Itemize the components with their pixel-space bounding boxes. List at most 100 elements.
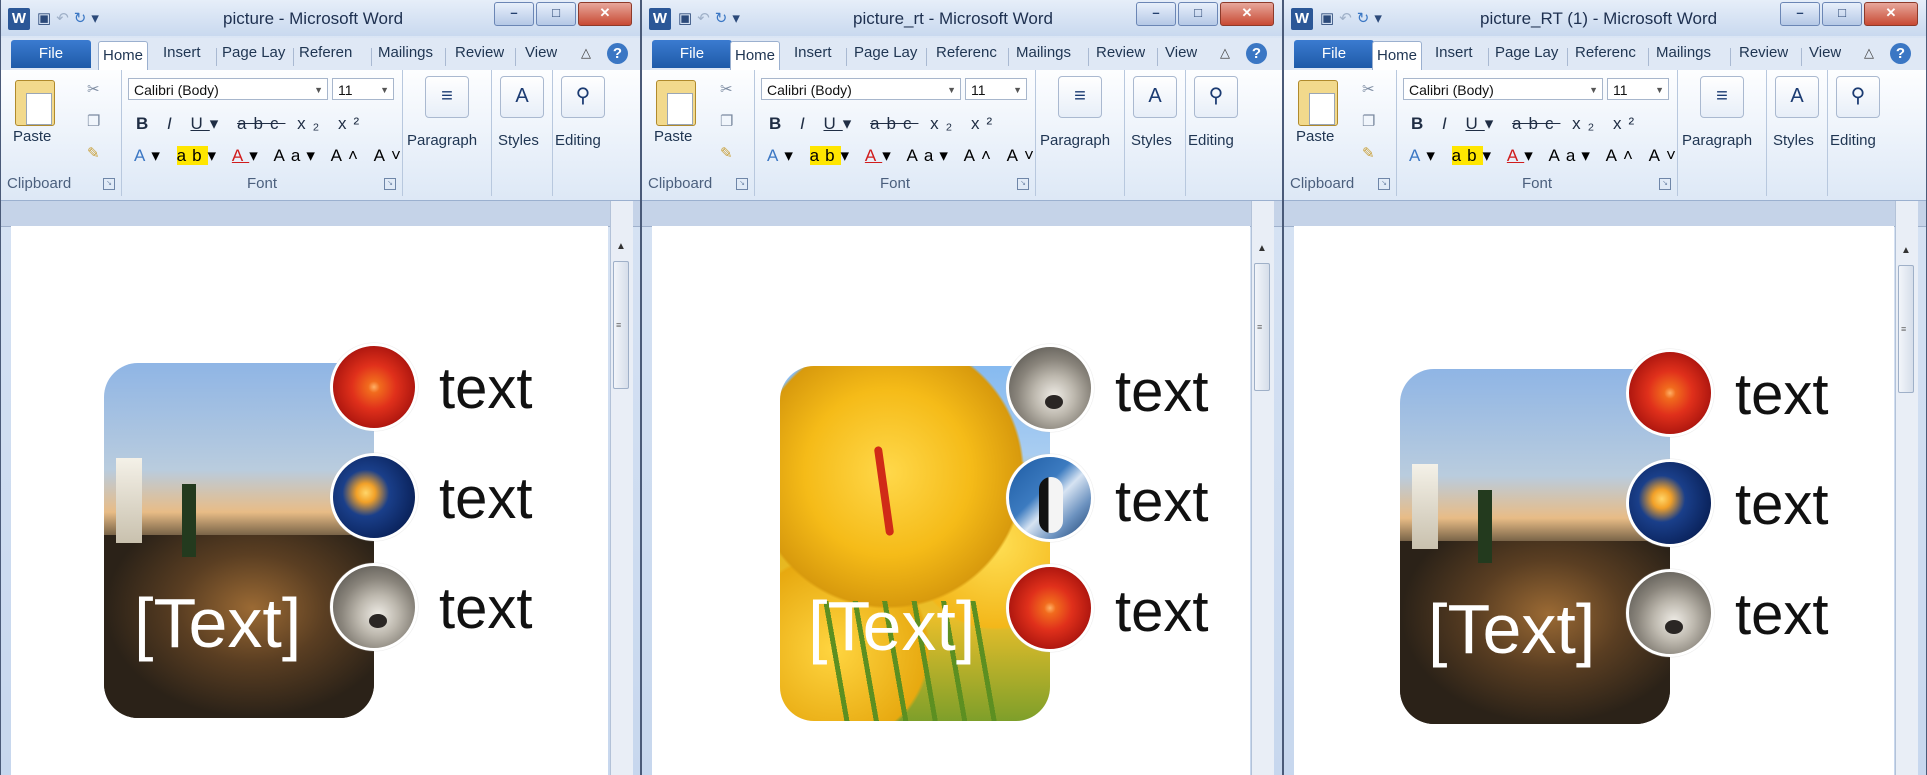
scroll-up-icon[interactable]: ▲ <box>1898 245 1914 261</box>
copy-icon[interactable]: ❐ <box>720 112 733 130</box>
minimize-button[interactable]: – <box>1136 2 1176 26</box>
title-bar[interactable]: W ▣↶↻▾ picture_RT (1) - Microsoft Word –… <box>1284 0 1926 36</box>
bullet-picture-jellyfish[interactable] <box>1626 459 1714 547</box>
close-button[interactable]: ✕ <box>1864 2 1918 26</box>
main-photo[interactable] <box>104 363 374 718</box>
tab-mailings[interactable]: Mailings <box>1016 44 1082 61</box>
redo-icon[interactable]: ↻ <box>1357 10 1375 27</box>
styles-icon[interactable]: A <box>1133 76 1177 118</box>
tab-home[interactable]: Home <box>1372 41 1423 70</box>
font-size-select[interactable]: 11 ▼ <box>965 78 1027 100</box>
redo-icon[interactable]: ↻ <box>715 10 733 27</box>
vertical-scrollbar[interactable]: ▲ ≡ <box>610 201 633 775</box>
find-binoculars-icon[interactable]: ⚲ <box>561 76 605 118</box>
maximize-button[interactable]: □ <box>536 2 576 26</box>
bullet-text[interactable]: text <box>1115 358 1209 425</box>
bullet-text[interactable]: text <box>1735 361 1829 428</box>
close-button[interactable]: ✕ <box>1220 2 1274 26</box>
title-bar[interactable]: W ▣↶↻▾ picture - Microsoft Word – □ ✕ <box>1 0 640 36</box>
picture-text-placeholder[interactable]: [Text] <box>134 583 301 663</box>
main-photo[interactable] <box>780 366 1050 721</box>
font-effects[interactable]: A▾ ab▾ A▾ Aa▾ A˄ A˅ <box>1409 146 1682 166</box>
paragraph-icon[interactable]: ≡ <box>425 76 469 118</box>
bullet-text[interactable]: text <box>1115 578 1209 645</box>
file-tab[interactable]: File <box>11 40 91 68</box>
scroll-thumb[interactable]: ≡ <box>1898 265 1914 393</box>
tab-mailings[interactable]: Mailings <box>1656 44 1722 61</box>
paragraph-icon[interactable]: ≡ <box>1700 76 1744 118</box>
cut-icon[interactable]: ✂ <box>1362 80 1375 98</box>
bullet-picture-koala[interactable] <box>330 563 418 651</box>
paste-icon[interactable] <box>1298 80 1338 126</box>
paragraph-button[interactable]: Paragraph <box>1040 132 1110 149</box>
help-icon[interactable]: ? <box>607 43 628 64</box>
font-name-select[interactable]: Calibri (Body) ▼ <box>761 78 961 100</box>
vertical-scrollbar[interactable]: ▲ ≡ <box>1895 201 1918 775</box>
format-buttons[interactable]: B I U▾ abc x₂ x² <box>769 114 999 134</box>
styles-icon[interactable]: A <box>1775 76 1819 118</box>
minimize-ribbon-icon[interactable]: △ <box>1220 45 1230 61</box>
document-page[interactable]: [Text] text text text <box>652 226 1250 775</box>
help-icon[interactable]: ? <box>1246 43 1267 64</box>
paragraph-button[interactable]: Paragraph <box>1682 132 1752 149</box>
scroll-up-icon[interactable]: ▲ <box>613 241 629 257</box>
maximize-button[interactable]: □ <box>1178 2 1218 26</box>
styles-button[interactable]: Styles <box>1773 132 1814 149</box>
undo-icon[interactable]: ↶ <box>1339 10 1357 27</box>
paragraph-button[interactable]: Paragraph <box>407 132 477 149</box>
font-effects[interactable]: A▾ ab▾ A▾ Aa▾ A˄ A˅ <box>134 146 407 166</box>
document-page[interactable]: [Text] text text text <box>11 226 608 775</box>
undo-icon[interactable]: ↶ <box>56 10 74 27</box>
help-icon[interactable]: ? <box>1890 43 1911 64</box>
tab-review[interactable]: Review <box>455 44 504 61</box>
font-size-select[interactable]: 11 ▼ <box>332 78 394 100</box>
font-launcher-icon[interactable]: ↘ <box>384 178 396 190</box>
tab-references[interactable]: Referenc <box>1575 44 1641 61</box>
tab-insert[interactable]: Insert <box>163 44 201 61</box>
bullet-picture-koala[interactable] <box>1626 569 1714 657</box>
format-painter-icon[interactable]: ✎ <box>1362 144 1375 162</box>
tab-page-layout[interactable]: Page Lay <box>1495 44 1561 61</box>
bullet-text[interactable]: text <box>439 465 533 532</box>
paste-button[interactable]: Paste <box>13 128 51 145</box>
editing-button[interactable]: Editing <box>1188 132 1234 149</box>
font-launcher-icon[interactable]: ↘ <box>1017 178 1029 190</box>
word-app-icon[interactable]: W <box>649 8 671 30</box>
customize-qat-icon[interactable]: ▾ <box>91 10 104 27</box>
bullet-text[interactable]: text <box>1735 471 1829 538</box>
tab-references[interactable]: Referenc <box>936 44 1002 61</box>
picture-text-placeholder[interactable]: [Text] <box>1428 589 1595 669</box>
tab-view[interactable]: View <box>1165 44 1197 61</box>
word-app-icon[interactable]: W <box>8 8 30 30</box>
clipboard-launcher-icon[interactable]: ↘ <box>736 178 748 190</box>
styles-button[interactable]: Styles <box>498 132 539 149</box>
bullet-text[interactable]: text <box>1115 468 1209 535</box>
document-page[interactable]: [Text] text text text <box>1294 226 1894 775</box>
tab-home[interactable]: Home <box>98 41 149 70</box>
format-buttons[interactable]: B I U▾ abc x₂ x² <box>136 114 366 134</box>
paragraph-icon[interactable]: ≡ <box>1058 76 1102 118</box>
tab-page-layout[interactable]: Page Lay <box>854 44 920 61</box>
font-name-select[interactable]: Calibri (Body) ▼ <box>128 78 328 100</box>
vertical-scrollbar[interactable]: ▲ ≡ <box>1251 201 1274 775</box>
styles-button[interactable]: Styles <box>1131 132 1172 149</box>
redo-icon[interactable]: ↻ <box>74 10 92 27</box>
bullet-text[interactable]: text <box>1735 581 1829 648</box>
minimize-button[interactable]: – <box>1780 2 1820 26</box>
tab-review[interactable]: Review <box>1096 44 1145 61</box>
customize-qat-icon[interactable]: ▾ <box>732 10 745 27</box>
format-buttons[interactable]: B I U▾ abc x₂ x² <box>1411 114 1641 134</box>
format-painter-icon[interactable]: ✎ <box>87 144 100 162</box>
editing-button[interactable]: Editing <box>555 132 601 149</box>
copy-icon[interactable]: ❐ <box>87 112 100 130</box>
bullet-picture-flower[interactable] <box>1626 349 1714 437</box>
cut-icon[interactable]: ✂ <box>720 80 733 98</box>
tab-view[interactable]: View <box>525 44 557 61</box>
tab-insert[interactable]: Insert <box>1435 44 1473 61</box>
tab-page-layout[interactable]: Page Lay <box>222 44 288 61</box>
save-icon[interactable]: ▣ <box>37 10 56 27</box>
find-binoculars-icon[interactable]: ⚲ <box>1194 76 1238 118</box>
bullet-picture-jellyfish[interactable] <box>330 453 418 541</box>
save-icon[interactable]: ▣ <box>1320 10 1339 27</box>
scroll-thumb[interactable]: ≡ <box>1254 263 1270 391</box>
